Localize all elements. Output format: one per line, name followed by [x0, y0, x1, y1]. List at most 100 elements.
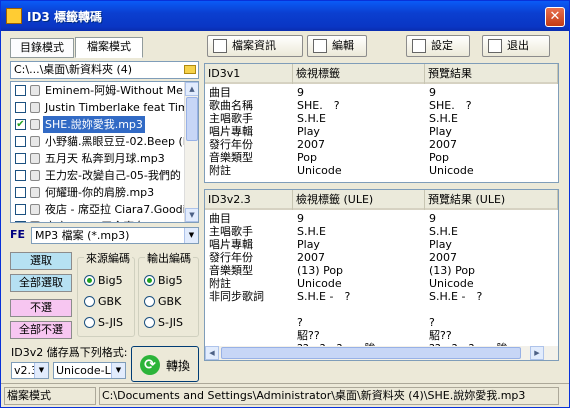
- column-header[interactable]: 檢視標籤: [293, 64, 425, 84]
- audio-file-icon: [30, 153, 40, 164]
- preview-value[interactable]: Unicode: [429, 164, 555, 177]
- preview-value[interactable]: Unicode: [429, 277, 555, 290]
- tag-value[interactable]: 2007: [297, 251, 423, 264]
- file-list-item[interactable]: 五月天 私奔到月球.mp3: [11, 150, 186, 167]
- select-button[interactable]: 選取: [10, 252, 72, 270]
- tag-value[interactable]: ?: [297, 316, 423, 329]
- id3v2-horizontal-scrollbar[interactable]: ◀ ▶: [205, 346, 558, 360]
- id3-version-select[interactable]: v2.3 ▼: [11, 362, 49, 379]
- checkbox[interactable]: [15, 102, 26, 113]
- preview-value[interactable]: 9: [429, 212, 555, 225]
- chevron-down-icon[interactable]: ▼: [34, 363, 48, 378]
- scroll-right-icon[interactable]: ▶: [530, 346, 544, 360]
- preview-value[interactable]: (13) Pop: [429, 264, 555, 277]
- preview-value[interactable]: 9: [429, 86, 555, 99]
- checkbox[interactable]: [15, 170, 26, 181]
- preview-value[interactable]: Play: [429, 238, 555, 251]
- tag-value[interactable]: 2007: [297, 138, 423, 151]
- field-name: 歌曲名稱: [209, 99, 253, 112]
- tag-value[interactable]: Unicode: [297, 164, 423, 177]
- preview-value[interactable]: 2007: [429, 138, 555, 151]
- output-encoding-sjis[interactable]: S-JIS: [144, 316, 183, 330]
- select-all-button[interactable]: 全部選取: [10, 274, 72, 292]
- chevron-down-icon[interactable]: ▼: [184, 228, 198, 243]
- preview-value[interactable]: 2007: [429, 251, 555, 264]
- edit-button[interactable]: 編輯: [307, 35, 367, 57]
- id3v1-table: ID3v1 檢視標籤 預覽結果 曲目 9 9 歌曲名稱 SHE. ? SHE. ? 主唱歌手…: [204, 63, 559, 183]
- preview-value[interactable]: Pop: [429, 151, 555, 164]
- scroll-up-icon[interactable]: ▲: [185, 82, 198, 96]
- deselect-button[interactable]: 不選: [10, 299, 72, 317]
- checkbox[interactable]: [15, 221, 26, 222]
- scroll-down-icon[interactable]: ▼: [185, 208, 198, 222]
- source-encoding-sjis[interactable]: S-JIS: [84, 316, 123, 330]
- scroll-thumb[interactable]: [221, 347, 521, 359]
- tag-value[interactable]: S.H.E: [297, 225, 423, 238]
- tag-value[interactable]: 9: [297, 212, 423, 225]
- column-header[interactable]: 檢視標籤 (ULE): [293, 190, 425, 210]
- file-list-item[interactable]: ✔ SHE.說妳愛我.mp3: [11, 116, 186, 133]
- exit-button[interactable]: 退出: [482, 35, 550, 57]
- file-list[interactable]: Eminem-阿姆-Without Me.mp3 Justin Timberlak…: [10, 81, 199, 223]
- preview-value[interactable]: Play: [429, 125, 555, 138]
- tag-value[interactable]: S.H.E: [297, 112, 423, 125]
- column-header[interactable]: 預覽結果 (ULE): [425, 190, 558, 210]
- checkbox[interactable]: [15, 153, 26, 164]
- checkbox[interactable]: [15, 85, 26, 96]
- preview-value[interactable]: 駋??: [429, 329, 555, 342]
- column-header[interactable]: ID3v1: [205, 64, 293, 84]
- scroll-thumb[interactable]: [186, 97, 198, 141]
- preview-value[interactable]: SHE. ?: [429, 99, 555, 112]
- column-header[interactable]: 預覽結果: [425, 64, 558, 84]
- tag-value[interactable]: 9: [297, 86, 423, 99]
- tag-value[interactable]: Unicode: [297, 277, 423, 290]
- folder-path[interactable]: C:\...\桌面\新資料夾 (4): [10, 61, 199, 79]
- file-list-item[interactable]: Justin Timberlake feat Timbala: [11, 99, 186, 116]
- column-header[interactable]: ID3v2.3: [205, 190, 293, 210]
- file-list-scrollbar[interactable]: ▲ ▼: [184, 82, 198, 222]
- tag-value[interactable]: Pop: [297, 151, 423, 164]
- tag-value[interactable]: SHE. ?: [297, 99, 423, 112]
- tab-directory-mode[interactable]: 目錄模式: [10, 38, 74, 58]
- output-encoding-gbk[interactable]: GBK: [144, 295, 181, 309]
- close-button[interactable]: ✕: [545, 7, 565, 27]
- file-name: 夜店-luxy- 天命真女-naughty: [43, 218, 186, 222]
- convert-button[interactable]: ⟳ 轉換: [131, 346, 199, 382]
- tag-value[interactable]: Play: [297, 125, 423, 138]
- file-list-item[interactable]: 夜店 - 席亞拉 Ciara7.Goodies: [11, 201, 186, 218]
- tag-value[interactable]: S.H.E - ?: [297, 290, 423, 303]
- folder-icon[interactable]: [184, 65, 196, 74]
- checkbox[interactable]: [15, 204, 26, 215]
- output-encoding-big5[interactable]: Big5: [144, 274, 183, 288]
- file-list-item[interactable]: 何耀珊-你的肩膀.mp3: [11, 184, 186, 201]
- source-encoding-gbk[interactable]: GBK: [84, 295, 121, 309]
- tag-value[interactable]: (13) Pop: [297, 264, 423, 277]
- table-row: [205, 303, 545, 316]
- field-name: 唱片專輯: [209, 125, 253, 138]
- file-list-item[interactable]: 王力宏-改變自己-05-我們的: [11, 167, 186, 184]
- settings-button[interactable]: 設定: [406, 35, 470, 57]
- checkbox[interactable]: [15, 136, 26, 147]
- tab-file-mode[interactable]: 檔案模式: [75, 37, 143, 58]
- preview-value[interactable]: S.H.E: [429, 112, 555, 125]
- checkbox[interactable]: ✔: [15, 119, 26, 130]
- file-list-item[interactable]: Eminem-阿姆-Without Me.mp3: [11, 82, 186, 99]
- checkbox[interactable]: [15, 187, 26, 198]
- filter-label: FE: [10, 228, 26, 241]
- tag-value[interactable]: 駋??: [297, 329, 423, 342]
- file-list-item[interactable]: 夜店-luxy- 天命真女-naughty: [11, 218, 186, 222]
- file-list-item[interactable]: 小野貓.黑眼豆豆-02.Beep (F: [11, 133, 186, 150]
- file-type-select[interactable]: MP3 檔案 (*.mp3) ▼: [31, 227, 199, 244]
- preview-value[interactable]: ?: [429, 316, 555, 329]
- chevron-down-icon[interactable]: ▼: [111, 363, 125, 378]
- preview-value[interactable]: S.H.E - ?: [429, 290, 555, 303]
- scroll-left-icon[interactable]: ◀: [205, 346, 219, 360]
- tag-value[interactable]: Play: [297, 238, 423, 251]
- deselect-all-button[interactable]: 全部不選: [10, 321, 72, 339]
- file-info-button[interactable]: 檔案資訊: [207, 35, 303, 57]
- tag-encoding-select[interactable]: Unicode-LE ▼: [53, 362, 126, 379]
- preview-value[interactable]: S.H.E: [429, 225, 555, 238]
- id3v2-table: ID3v2.3 檢視標籤 (ULE) 預覽結果 (ULE) 曲目 9 9 主唱歌手 S.…: [204, 189, 559, 361]
- audio-file-icon: [30, 204, 40, 215]
- source-encoding-big5[interactable]: Big5: [84, 274, 123, 288]
